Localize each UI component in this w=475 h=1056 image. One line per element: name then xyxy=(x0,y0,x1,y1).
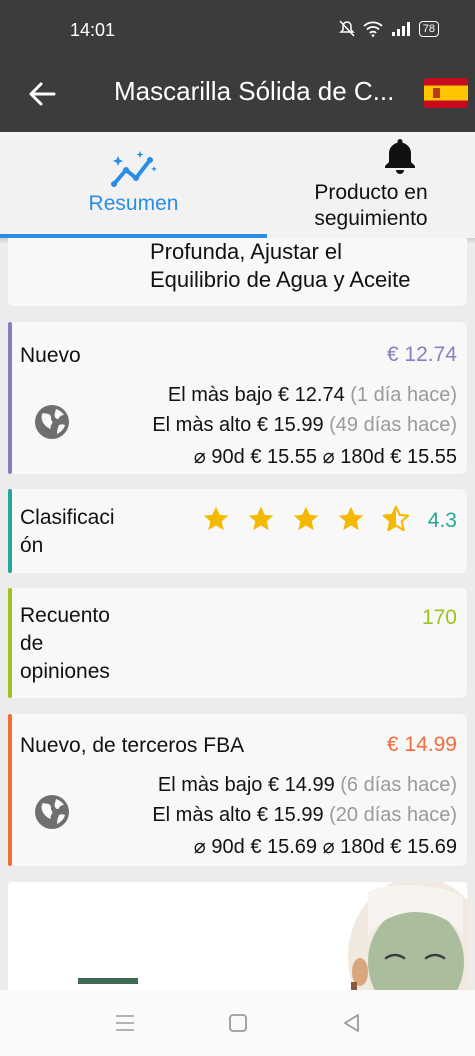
accent-bar xyxy=(8,489,12,573)
content-scroll[interactable]: Profunda, Ajustar el Equilibrio de Agua … xyxy=(0,238,475,990)
accent-bar xyxy=(8,322,12,474)
star-full-icon xyxy=(293,506,319,531)
signal-icon xyxy=(391,22,410,36)
product-image xyxy=(8,882,467,990)
wifi-icon xyxy=(363,21,383,37)
battery-icon: 78 xyxy=(418,21,439,37)
price-card-fba[interactable]: Nuevo, de terceros FBA € 14.99 El màs ba… xyxy=(8,714,467,866)
highest-price-row: El màs alto € 15.99 (20 días hace) xyxy=(152,804,457,826)
tab-bar: Resumen Producto en seguimiento xyxy=(0,132,475,238)
lowest-price-row: El màs bajo € 12.74 (1 día hace) xyxy=(167,384,457,406)
star-full-icon xyxy=(203,506,229,531)
product-description: Profunda, Ajustar el Equilibrio de Agua … xyxy=(150,239,411,292)
price-card-nuevo[interactable]: Nuevo € 12.74 El màs bajo € 12.74 (1 día… xyxy=(8,322,467,474)
card-title: Nuevo xyxy=(20,344,81,367)
home-icon[interactable] xyxy=(226,1012,250,1034)
price-value: € 12.74 xyxy=(386,343,457,366)
star-half-icon xyxy=(382,505,410,532)
highest-price-row: El màs alto € 15.99 (49 días hace) xyxy=(152,414,457,436)
average-price-row: ⌀ 90d € 15.55 ⌀ 180d € 15.55 xyxy=(193,446,457,468)
bell-icon xyxy=(385,139,415,174)
back-triangle-icon[interactable] xyxy=(340,1012,364,1034)
mute-bell-icon xyxy=(338,20,355,37)
card-title: Clasificaci ón xyxy=(20,506,115,557)
star-full-icon xyxy=(338,506,364,531)
spain-flag-icon[interactable] xyxy=(424,78,468,108)
status-icons: 78 xyxy=(338,20,439,38)
rating-card[interactable]: Clasificaci ón 4.3 xyxy=(8,489,467,573)
product-image-card[interactable] xyxy=(8,882,467,990)
review-count-value: 170 xyxy=(421,606,457,629)
system-nav-bar xyxy=(0,990,475,1056)
chart-trend-icon xyxy=(111,151,157,187)
star-full-icon xyxy=(248,506,274,531)
accent-bar xyxy=(8,588,12,698)
globe-icon[interactable] xyxy=(34,794,70,830)
page-title: Mascarilla Sólida de C... xyxy=(114,76,395,106)
average-price-row: ⌀ 90d € 15.69 ⌀ 180d € 15.69 xyxy=(193,836,457,858)
status-time: 14:01 xyxy=(70,20,116,40)
rating-value: 4.3 xyxy=(427,509,457,532)
card-title: Recuento de opiniones xyxy=(20,604,110,683)
back-arrow-icon[interactable] xyxy=(26,78,58,110)
price-value: € 14.99 xyxy=(386,733,457,756)
rating-stars xyxy=(202,505,410,533)
tab-resumen-label: Resumen xyxy=(88,192,179,215)
tab-producto-label: Producto en seguimiento xyxy=(314,181,428,230)
accent-bar xyxy=(8,714,12,866)
status-bar: 14:01 78 xyxy=(0,0,475,58)
menu-icon[interactable] xyxy=(113,1012,137,1034)
globe-icon[interactable] xyxy=(34,404,70,440)
review-count-card[interactable]: Recuento de opiniones 170 xyxy=(8,588,467,698)
card-title: Nuevo, de terceros FBA xyxy=(20,734,245,757)
description-card: Profunda, Ajustar el Equilibrio de Agua … xyxy=(8,238,467,306)
tab-producto-seguimiento[interactable]: Producto en seguimiento xyxy=(267,132,475,238)
tab-resumen[interactable]: Resumen xyxy=(0,132,267,238)
lowest-price-row: El màs bajo € 14.99 (6 días hace) xyxy=(157,774,457,796)
app-bar: Mascarilla Sólida de C... xyxy=(0,58,475,132)
